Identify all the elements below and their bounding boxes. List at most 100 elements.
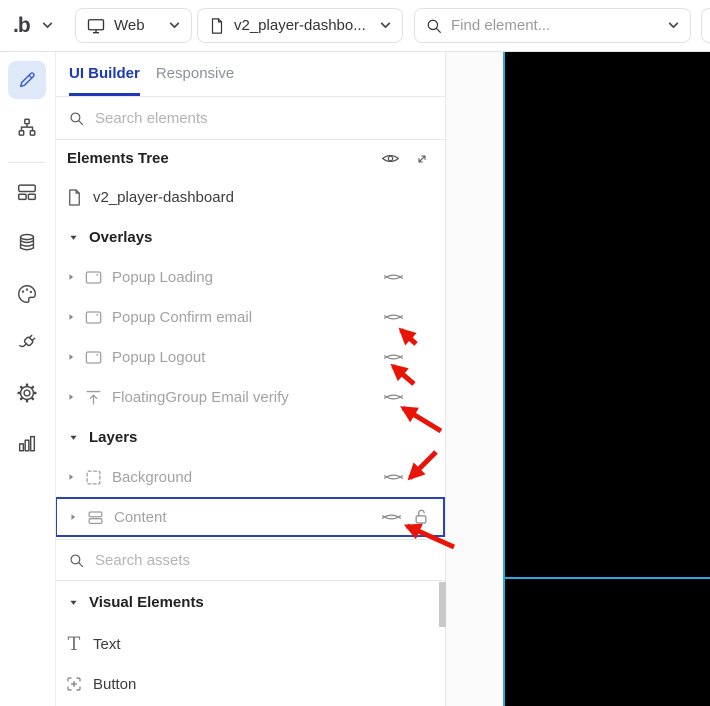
rows-group-icon [86, 508, 105, 527]
triangle-down-icon[interactable] [68, 232, 79, 243]
tree-row-floatinggroup-email-verify[interactable]: FloatingGroup Email verify [55, 377, 445, 417]
chevron-down-icon [379, 19, 392, 32]
find-element-input[interactable]: Find element... [414, 8, 691, 43]
tree-row-label: Popup Confirm email [112, 308, 253, 326]
tree-row-popup-loading[interactable]: Popup Loading [55, 257, 445, 297]
palette-icon [16, 283, 38, 305]
triangle-right-icon[interactable] [66, 472, 76, 482]
hidden-eye-icon[interactable] [384, 352, 403, 363]
search-assets-placeholder: Search assets [95, 551, 191, 569]
canvas-section-divider [505, 577, 710, 579]
triangle-right-icon[interactable] [68, 512, 78, 522]
gear-icon [16, 382, 38, 404]
nav-design-button[interactable] [8, 61, 46, 99]
expand-icon[interactable] [414, 151, 430, 167]
floating-group-icon [84, 388, 103, 407]
asset-button[interactable]: Button [55, 664, 445, 704]
triangle-down-icon[interactable] [68, 432, 79, 443]
unlocked-padlock-icon[interactable] [412, 508, 430, 526]
tree-row-background[interactable]: Background [55, 457, 445, 497]
tree-section-label: Overlays [89, 228, 153, 246]
hidden-eye-icon[interactable] [384, 312, 403, 323]
tree-row-label: Background [112, 468, 193, 486]
plug-icon [16, 332, 38, 354]
tree-row-popup-logout[interactable]: Popup Logout [55, 337, 445, 377]
nav-styles-button[interactable] [8, 275, 46, 313]
panel-tabs: UI Builder Responsive [55, 51, 445, 97]
search-assets-input[interactable]: Search assets [55, 539, 445, 581]
asset-label: Text [93, 635, 121, 653]
hidden-eye-icon[interactable] [384, 392, 403, 403]
nav-logs-button[interactable] [8, 424, 46, 462]
components-icon [16, 181, 38, 203]
search-icon [68, 110, 85, 127]
asset-text[interactable]: T Text [55, 624, 445, 664]
sitemap-icon [16, 117, 38, 139]
nav-data-button[interactable] [8, 224, 46, 262]
text-icon: T [67, 632, 81, 655]
asset-label: Button [93, 675, 137, 693]
hidden-eye-icon[interactable] [384, 472, 403, 483]
file-icon [208, 17, 226, 35]
popup-icon [84, 268, 103, 287]
elements-tree-title: Elements Tree [67, 150, 169, 167]
tree-row-label: v2_player-dashboard [93, 188, 234, 206]
tree-section-label: Layers [89, 428, 138, 446]
page-selector[interactable]: v2_player-dashbo... [197, 8, 403, 43]
rail-divider [8, 162, 46, 163]
search-elements-placeholder: Search elements [95, 109, 208, 127]
visual-elements-section[interactable]: Visual Elements [55, 581, 445, 624]
triangle-right-icon[interactable] [66, 272, 76, 282]
platform-selector[interactable]: Web [75, 8, 192, 43]
chevron-down-icon [168, 19, 181, 32]
ui-builder-panel: UI Builder Responsive Search elements El… [55, 51, 446, 706]
nav-plugins-button[interactable] [8, 324, 46, 362]
visual-elements-label: Visual Elements [89, 594, 204, 611]
bubble-logo: .b [13, 13, 31, 37]
button-icon [64, 675, 84, 693]
tree-row-label: Popup Loading [112, 268, 213, 286]
monitor-icon [86, 16, 106, 36]
tree-row-label: Content [114, 508, 167, 526]
top-toolbar: .b Web v2_player-dashbo... Find element.… [0, 0, 710, 52]
tree-row-page[interactable]: v2_player-dashboard [55, 177, 445, 217]
canvas-margin [446, 51, 503, 706]
popup-icon [84, 348, 103, 367]
bubble-editor: .b Web v2_player-dashbo... Find element.… [0, 0, 710, 706]
tree-row-popup-confirm-email[interactable]: Popup Confirm email [55, 297, 445, 337]
search-elements-input[interactable]: Search elements [55, 97, 445, 140]
group-dashed-icon [84, 468, 103, 487]
tab-responsive[interactable]: Responsive [156, 51, 234, 96]
page-file-icon [65, 188, 84, 207]
tree-row-label: Popup Logout [112, 348, 206, 366]
panel-scrollbar[interactable] [439, 582, 446, 627]
bar-chart-icon [16, 432, 38, 454]
triangle-right-icon[interactable] [66, 392, 76, 402]
hidden-eye-icon[interactable] [382, 512, 401, 523]
nav-settings-button[interactable] [8, 374, 46, 412]
tree-section-overlays[interactable]: Overlays [55, 217, 445, 257]
nav-workflow-button[interactable] [8, 109, 46, 147]
database-icon [16, 232, 38, 254]
search-icon [425, 17, 443, 35]
elements-tree-header: Elements Tree [55, 140, 445, 177]
toolbar-extra-button[interactable] [701, 8, 710, 43]
tab-ui-builder[interactable]: UI Builder [69, 51, 140, 96]
hidden-eye-icon[interactable] [384, 272, 403, 283]
page-selector-label: v2_player-dashbo... [234, 17, 366, 34]
chevron-down-icon [41, 19, 54, 32]
platform-label: Web [114, 17, 145, 34]
nav-components-button[interactable] [8, 173, 46, 211]
triangle-right-icon[interactable] [66, 312, 76, 322]
popup-icon [84, 308, 103, 327]
triangle-right-icon[interactable] [66, 352, 76, 362]
app-menu[interactable]: .b [13, 0, 54, 51]
chevron-down-icon [667, 19, 680, 32]
tree-row-content[interactable]: Content [55, 497, 445, 537]
triangle-down-icon[interactable] [68, 597, 79, 608]
eye-icon[interactable] [381, 149, 400, 168]
search-icon [68, 552, 85, 569]
page-canvas[interactable] [503, 51, 710, 706]
pencil-icon [16, 69, 38, 91]
tree-section-layers[interactable]: Layers [55, 417, 445, 457]
